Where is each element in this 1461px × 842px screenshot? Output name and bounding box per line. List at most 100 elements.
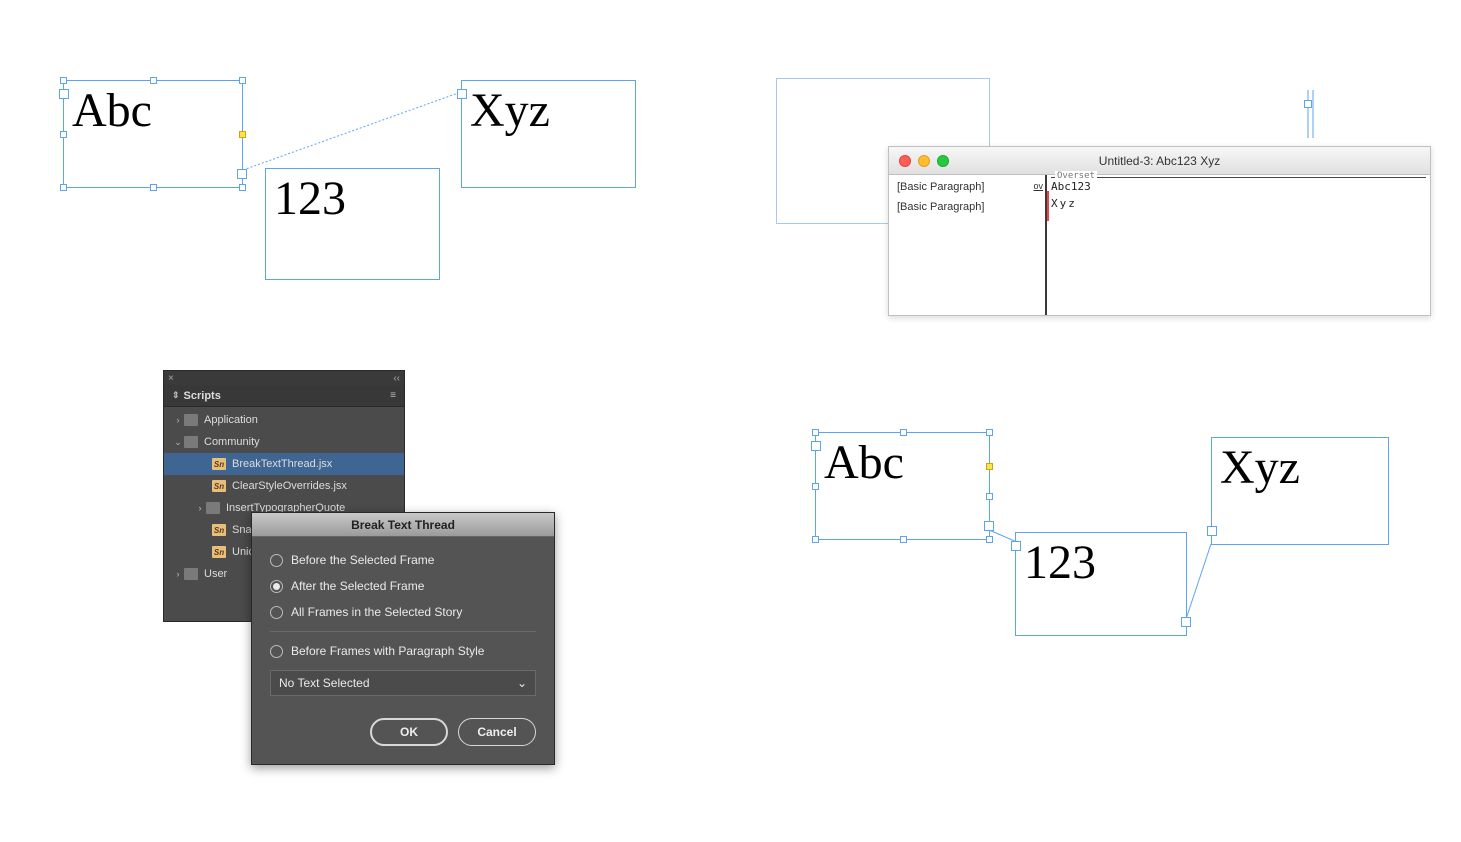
tree-script-clear[interactable]: Sn ClearStyleOverrides.jsx bbox=[164, 475, 404, 497]
tree-label: BreakTextThread.jsx bbox=[232, 458, 332, 470]
folder-icon bbox=[184, 414, 198, 426]
option-all-frames[interactable]: All Frames in the Selected Story bbox=[270, 605, 536, 619]
radio-icon[interactable] bbox=[270, 645, 283, 658]
overset-label: Overset bbox=[1055, 171, 1097, 181]
option-label: All Frames in the Selected Story bbox=[291, 605, 462, 619]
close-icon[interactable]: × bbox=[168, 373, 174, 384]
paragraph-style-dropdown[interactable]: No Text Selected ⌄ bbox=[270, 670, 536, 696]
story-line: Abc123 bbox=[1051, 180, 1426, 193]
frame-text: Abc bbox=[64, 81, 242, 140]
tree-folder-application[interactable]: › Application bbox=[164, 409, 404, 431]
option-before-selected[interactable]: Before the Selected Frame bbox=[270, 553, 536, 567]
panel-menu-icon[interactable]: ≡ bbox=[390, 390, 396, 401]
disclosure-right-icon[interactable]: › bbox=[172, 415, 184, 425]
resize-handle-icon[interactable] bbox=[900, 429, 907, 436]
frame-text: 123 bbox=[1016, 533, 1186, 592]
script-icon: Sn bbox=[212, 524, 226, 536]
override-column: ov bbox=[1027, 175, 1047, 315]
text-frame-a[interactable]: Abc bbox=[815, 432, 990, 540]
story-editor-window[interactable]: Untitled-3: Abc123 Xyz [Basic Paragraph]… bbox=[888, 146, 1431, 316]
text-frame-c[interactable]: Xyz bbox=[461, 80, 636, 188]
folder-icon bbox=[206, 502, 220, 514]
thread-connector-icon bbox=[243, 92, 461, 170]
radio-icon[interactable] bbox=[270, 606, 283, 619]
text-frame-c[interactable]: Xyz bbox=[1211, 437, 1389, 545]
para-style-label: [Basic Paragraph] bbox=[897, 181, 1019, 193]
in-port-icon[interactable] bbox=[1011, 541, 1021, 551]
resize-handle-icon[interactable] bbox=[150, 77, 157, 84]
dialog-buttons: OK Cancel bbox=[252, 702, 554, 764]
in-port-icon[interactable] bbox=[457, 89, 467, 99]
resize-handle-icon[interactable] bbox=[150, 184, 157, 191]
in-port-icon[interactable] bbox=[1207, 526, 1217, 536]
script-icon: Sn bbox=[212, 458, 226, 470]
resize-handle-icon[interactable] bbox=[239, 131, 246, 138]
overset-divider: Overset bbox=[1051, 177, 1426, 178]
story-body: [Basic Paragraph] [Basic Paragraph] ov O… bbox=[889, 175, 1430, 315]
script-icon: Sn bbox=[212, 546, 226, 558]
tree-folder-community[interactable]: ⌄ Community bbox=[164, 431, 404, 453]
panel-tab[interactable]: ⇕ Scripts ≡ bbox=[164, 385, 404, 407]
resize-handle-icon[interactable] bbox=[986, 536, 993, 543]
text-frame-b[interactable]: 123 bbox=[1015, 532, 1187, 636]
in-port-icon[interactable] bbox=[811, 441, 821, 451]
story-line: Xyz bbox=[1051, 197, 1426, 210]
frame-text: Abc bbox=[816, 433, 989, 492]
resize-handle-icon[interactable] bbox=[812, 536, 819, 543]
tree-label: Application bbox=[204, 414, 258, 426]
frame-text: Xyz bbox=[462, 81, 635, 140]
resize-handle-icon[interactable] bbox=[239, 77, 246, 84]
resize-handle-icon[interactable] bbox=[986, 493, 993, 500]
threaded-frames-before: Abc 123 Xyz bbox=[63, 80, 703, 300]
ok-button[interactable]: OK bbox=[370, 718, 448, 746]
dropdown-value: No Text Selected bbox=[279, 676, 370, 690]
frame-text: Xyz bbox=[1212, 438, 1388, 497]
chevron-down-icon: ⌄ bbox=[517, 676, 527, 690]
radio-icon[interactable] bbox=[270, 554, 283, 567]
option-after-selected[interactable]: After the Selected Frame bbox=[270, 579, 536, 593]
tree-label: ClearStyleOverrides.jsx bbox=[232, 480, 347, 492]
resize-handle-icon[interactable] bbox=[900, 536, 907, 543]
thread-port-icon[interactable] bbox=[1304, 100, 1312, 108]
text-frame-a[interactable]: Abc bbox=[63, 80, 243, 188]
option-label: Before Frames with Paragraph Style bbox=[291, 644, 484, 658]
disclosure-right-icon[interactable]: › bbox=[172, 569, 184, 579]
resize-handle-icon[interactable] bbox=[239, 184, 246, 191]
out-port-icon[interactable] bbox=[1181, 617, 1191, 627]
radio-icon[interactable] bbox=[270, 580, 283, 593]
collapse-icon[interactable]: ‹‹ bbox=[393, 373, 400, 384]
resize-handle-icon[interactable] bbox=[986, 429, 993, 436]
panel-title: Scripts bbox=[184, 390, 221, 402]
folder-icon bbox=[184, 436, 198, 448]
in-port-icon[interactable] bbox=[59, 89, 69, 99]
option-before-para-style[interactable]: Before Frames with Paragraph Style bbox=[270, 644, 536, 658]
titlebar[interactable]: Untitled-3: Abc123 Xyz bbox=[889, 147, 1430, 175]
scripts-panel-area: × ‹‹ ⇕ Scripts ≡ › Application ⌄ Communi… bbox=[163, 370, 563, 790]
resize-handle-icon[interactable] bbox=[60, 131, 67, 138]
out-port-icon[interactable] bbox=[984, 521, 994, 531]
threaded-frames-after: Abc 123 Xyz bbox=[815, 432, 1415, 652]
resize-handle-icon[interactable] bbox=[986, 463, 993, 470]
story-editor-area: Untitled-3: Abc123 Xyz [Basic Paragraph]… bbox=[776, 78, 1431, 318]
option-label: Before the Selected Frame bbox=[291, 553, 434, 567]
dialog-body: Before the Selected Frame After the Sele… bbox=[252, 537, 554, 702]
resize-handle-icon[interactable] bbox=[60, 184, 67, 191]
resize-handle-icon[interactable] bbox=[812, 483, 819, 490]
out-port-icon[interactable] bbox=[237, 169, 247, 179]
disclosure-down-icon[interactable]: ⌄ bbox=[172, 437, 184, 448]
resize-handle-icon[interactable] bbox=[60, 77, 67, 84]
text-column[interactable]: Overset Abc123 Xyz bbox=[1047, 175, 1430, 315]
override-indicator: ov bbox=[1027, 181, 1045, 191]
text-frame-b[interactable]: 123 bbox=[265, 168, 440, 280]
break-text-thread-dialog[interactable]: Break Text Thread Before the Selected Fr… bbox=[251, 512, 555, 765]
panel-topbar: × ‹‹ bbox=[164, 371, 404, 385]
tree-script-break[interactable]: Sn BreakTextThread.jsx bbox=[164, 453, 404, 475]
cancel-button[interactable]: Cancel bbox=[458, 718, 536, 746]
thread-connector-icon bbox=[1185, 544, 1211, 622]
tree-label: User bbox=[204, 568, 227, 580]
resize-handle-icon[interactable] bbox=[812, 429, 819, 436]
overset-marker-icon bbox=[1047, 191, 1049, 221]
frame-text: 123 bbox=[266, 169, 439, 228]
disclosure-right-icon[interactable]: › bbox=[194, 503, 206, 513]
folder-icon bbox=[184, 568, 198, 580]
